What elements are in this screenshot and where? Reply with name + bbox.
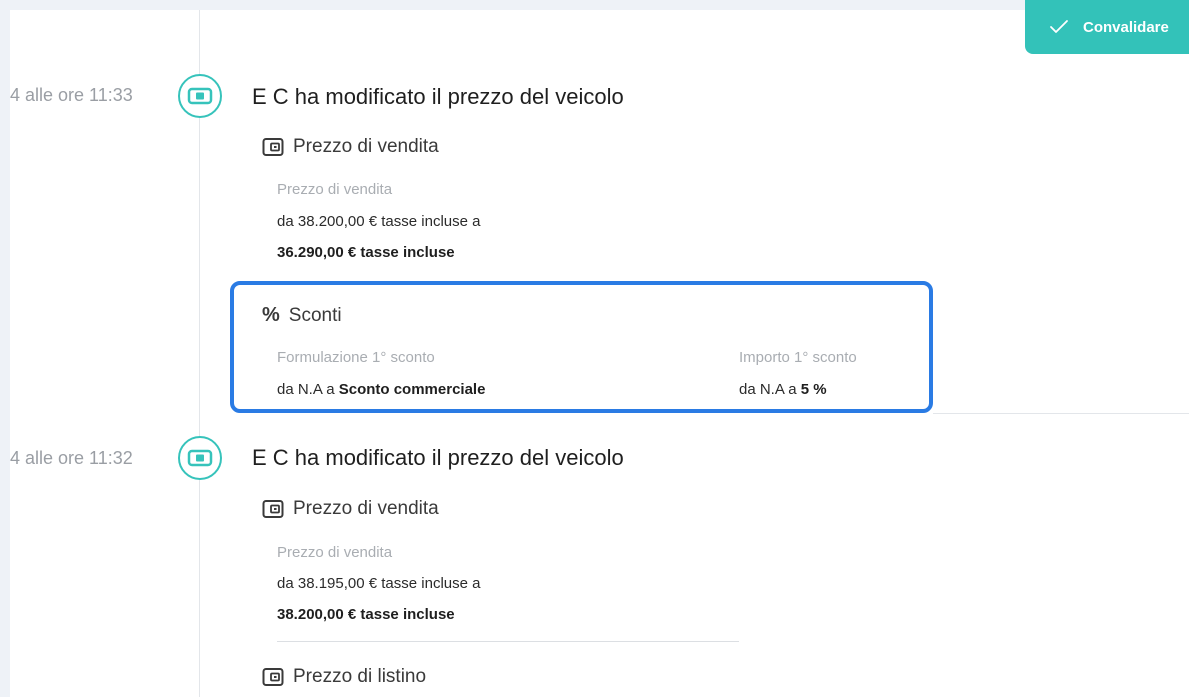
- discounts-section-label: Sconti: [288, 304, 342, 326]
- list-price-section-title: Prezzo di listino: [262, 666, 426, 688]
- wallet-icon: [262, 668, 284, 686]
- discount-amount-label: Importo 1° sconto: [739, 349, 857, 366]
- sale-price-section-title: Prezzo di vendita: [262, 498, 439, 520]
- event-divider: [933, 413, 1189, 414]
- percent-icon: %: [262, 304, 280, 326]
- event-time: 4 alle ore 11:33: [10, 85, 133, 105]
- sale-price-section-label: Prezzo di vendita: [293, 136, 439, 157]
- discount-formulation-label: Formulazione 1° sconto: [277, 349, 435, 366]
- sale-price-label: Prezzo di vendita: [277, 181, 393, 198]
- event-title: E C ha modificato il prezzo del veicolo: [252, 445, 624, 470]
- money-icon: [178, 74, 222, 118]
- sale-price-to: 38.200,00 € tasse incluse: [277, 606, 455, 623]
- list-price-section-label: Prezzo di listino: [293, 666, 427, 687]
- sale-price-section-title: Prezzo di vendita: [262, 136, 439, 158]
- section-divider: [277, 641, 739, 642]
- event-title: E C ha modificato il prezzo del veicolo: [252, 84, 624, 109]
- discount-formulation-value: da N.A a Sconto commerciale: [277, 381, 486, 398]
- sale-price-to: 36.290,00 € tasse incluse: [277, 244, 455, 261]
- wallet-icon: [262, 500, 284, 518]
- event-time: 4 alle ore 11:32: [10, 448, 133, 468]
- sale-price-from: da 38.195,00 € tasse incluse a: [277, 575, 481, 592]
- validate-label: Convalidare: [1083, 18, 1169, 36]
- discounts-section-title: % Sconti: [262, 304, 342, 327]
- money-icon: [178, 436, 222, 480]
- validate-button[interactable]: Convalidare: [1025, 0, 1189, 54]
- sale-price-label: Prezzo di vendita: [277, 544, 393, 561]
- discount-amount-value: da N.A a 5 %: [739, 381, 827, 398]
- wallet-icon: [262, 138, 284, 156]
- sale-price-section-label: Prezzo di vendita: [293, 498, 439, 519]
- sale-price-from: da 38.200,00 € tasse incluse a: [277, 213, 481, 230]
- check-icon: [1050, 20, 1068, 33]
